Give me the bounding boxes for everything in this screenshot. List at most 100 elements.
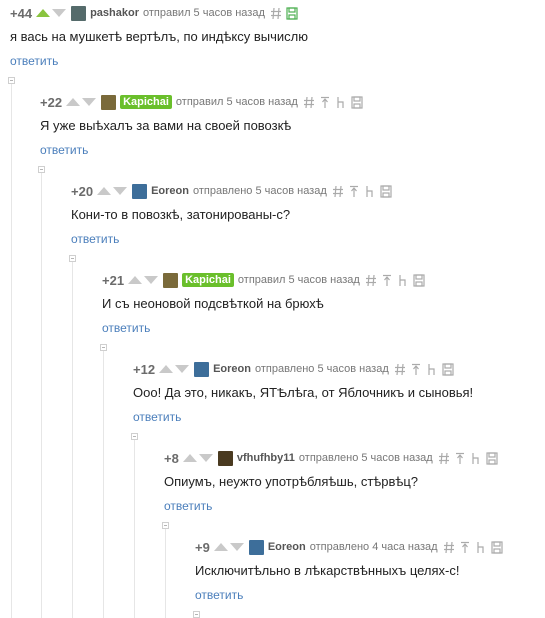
branch-icon[interactable] (475, 541, 487, 554)
reply-link[interactable]: ответить (71, 232, 119, 246)
save-icon[interactable] (486, 451, 498, 465)
downvote-icon[interactable] (144, 276, 159, 284)
thread-line (103, 351, 104, 618)
thread-line (165, 529, 166, 618)
branch-icon[interactable] (335, 96, 347, 109)
link-icon[interactable] (438, 452, 450, 465)
upvote-icon[interactable] (66, 98, 81, 106)
author-name[interactable]: Kapichai (182, 273, 234, 287)
comment: +22 Kapichai отправил 5 часов назад Я уже в… (40, 93, 540, 173)
comment-text: Опиумъ, неужто употрѣбляѣшь, стѣрвѣц? (164, 474, 419, 489)
user-avatar-icon[interactable] (217, 450, 233, 466)
author-name[interactable]: vfhufhby11 (237, 452, 295, 464)
parent-icon[interactable] (410, 363, 422, 376)
downvote-icon[interactable] (113, 187, 128, 195)
comment-header: +9 Eoreon отправлено 4 часа назад (195, 538, 507, 556)
branch-icon[interactable] (426, 363, 438, 376)
user-avatar-icon[interactable] (71, 5, 87, 21)
link-icon[interactable] (394, 363, 406, 376)
reply-link[interactable]: ответить (195, 588, 243, 602)
user-avatar-icon[interactable] (248, 539, 264, 555)
downvote-icon[interactable] (175, 365, 190, 373)
upvote-icon[interactable] (213, 543, 228, 551)
branch-icon[interactable] (397, 274, 409, 287)
thread-line (72, 262, 73, 618)
comment-text: И съ неоновой подсвѣткой на брюхѣ (102, 296, 324, 311)
comment-header: +8 vfhufhby11 отправлено 5 часов назад (164, 449, 502, 467)
parent-icon[interactable] (454, 452, 466, 465)
reply-link[interactable]: ответить (133, 410, 181, 424)
branch-icon[interactable] (364, 185, 376, 198)
comment-timestamp: отправлено 5 часов назад (192, 185, 327, 197)
comment-text: Кони-то в повозкѣ, затонированы-с? (71, 207, 291, 222)
upvote-icon[interactable] (159, 365, 174, 373)
collapse-toggle[interactable] (8, 77, 15, 84)
reply-link[interactable]: ответить (40, 143, 88, 157)
collapse-toggle[interactable] (100, 344, 107, 351)
link-icon[interactable] (303, 96, 315, 109)
comment-text: Я уже выѣхалъ за вами на своей повозкѣ (40, 118, 292, 133)
comment-text: я вась на мушкетѣ вертѣлъ, по индѣксу вы… (10, 29, 308, 44)
link-icon[interactable] (443, 541, 455, 554)
save-icon[interactable] (380, 184, 392, 198)
user-avatar-icon[interactable] (163, 272, 179, 288)
author-name[interactable]: Eoreon (268, 541, 306, 553)
branch-icon[interactable] (470, 452, 482, 465)
comment-timestamp: отправлено 4 часа назад (309, 541, 438, 553)
comment: +21 Kapichai отправил 5 часов назад И съ не… (102, 271, 540, 351)
collapse-toggle[interactable] (193, 611, 200, 618)
comment: +44 pashakor отправил 5 часов назад я вась … (10, 4, 540, 84)
upvote-icon[interactable] (36, 9, 51, 17)
collapse-toggle[interactable] (69, 255, 76, 262)
user-avatar-icon[interactable] (132, 183, 148, 199)
parent-icon[interactable] (381, 274, 393, 287)
comment-rating: +20 (71, 183, 94, 199)
user-avatar-icon[interactable] (101, 94, 117, 110)
collapse-toggle[interactable] (162, 522, 169, 529)
reply-link[interactable]: ответить (164, 499, 212, 513)
link-icon[interactable] (332, 185, 344, 198)
parent-icon[interactable] (348, 185, 360, 198)
comment-rating: +21 (102, 272, 125, 288)
upvote-icon[interactable] (128, 276, 143, 284)
reply-link[interactable]: ответить (10, 54, 58, 68)
collapse-toggle[interactable] (131, 433, 138, 440)
thread-line (11, 84, 12, 618)
save-icon[interactable] (413, 273, 425, 287)
comment-thread: +44 pashakor отправил 5 часов назад я вась … (0, 0, 545, 618)
thread-line (134, 440, 135, 618)
downvote-icon[interactable] (52, 9, 67, 17)
collapse-toggle[interactable] (38, 166, 45, 173)
save-icon[interactable] (351, 95, 363, 109)
thread-line (41, 173, 42, 618)
comment: +12 Eoreon отправлено 5 часов назад Ооо! Да… (133, 360, 540, 440)
comment-timestamp: отправил 5 часов назад (237, 274, 360, 286)
author-name[interactable]: Eoreon (213, 363, 251, 375)
save-icon[interactable] (490, 540, 503, 554)
downvote-icon[interactable] (198, 454, 213, 462)
comment-rating: +8 (164, 450, 179, 466)
parent-icon[interactable] (319, 96, 331, 109)
comment-rating: +12 (133, 361, 156, 377)
comment-header: +20 Eoreon отправлено 5 часов назад (71, 182, 396, 200)
link-icon[interactable] (270, 7, 282, 20)
reply-link[interactable]: ответить (102, 321, 150, 335)
save-icon[interactable] (442, 362, 454, 376)
comment-header: +44 pashakor отправил 5 часов назад (10, 4, 302, 22)
link-icon[interactable] (365, 274, 377, 287)
comment-timestamp: отправил 5 часов назад (142, 7, 265, 19)
comment-rating: +9 (195, 539, 210, 555)
upvote-icon[interactable] (97, 187, 112, 195)
author-name[interactable]: Eoreon (151, 185, 189, 197)
downvote-icon[interactable] (82, 98, 97, 106)
author-name[interactable]: Kapichai (120, 95, 172, 109)
downvote-icon[interactable] (229, 543, 244, 551)
parent-icon[interactable] (459, 541, 471, 554)
save-icon[interactable] (286, 6, 298, 20)
comment-timestamp: отправлено 5 часов назад (254, 363, 389, 375)
comment: +20 Eoreon отправлено 5 часов назад Кони-то… (71, 182, 540, 262)
upvote-icon[interactable] (182, 454, 197, 462)
user-avatar-icon[interactable] (194, 361, 210, 377)
author-name[interactable]: pashakor (90, 7, 139, 19)
comment-text: Исключитѣльно в лѣкарствѣнныхъ целях-с! (195, 563, 460, 578)
